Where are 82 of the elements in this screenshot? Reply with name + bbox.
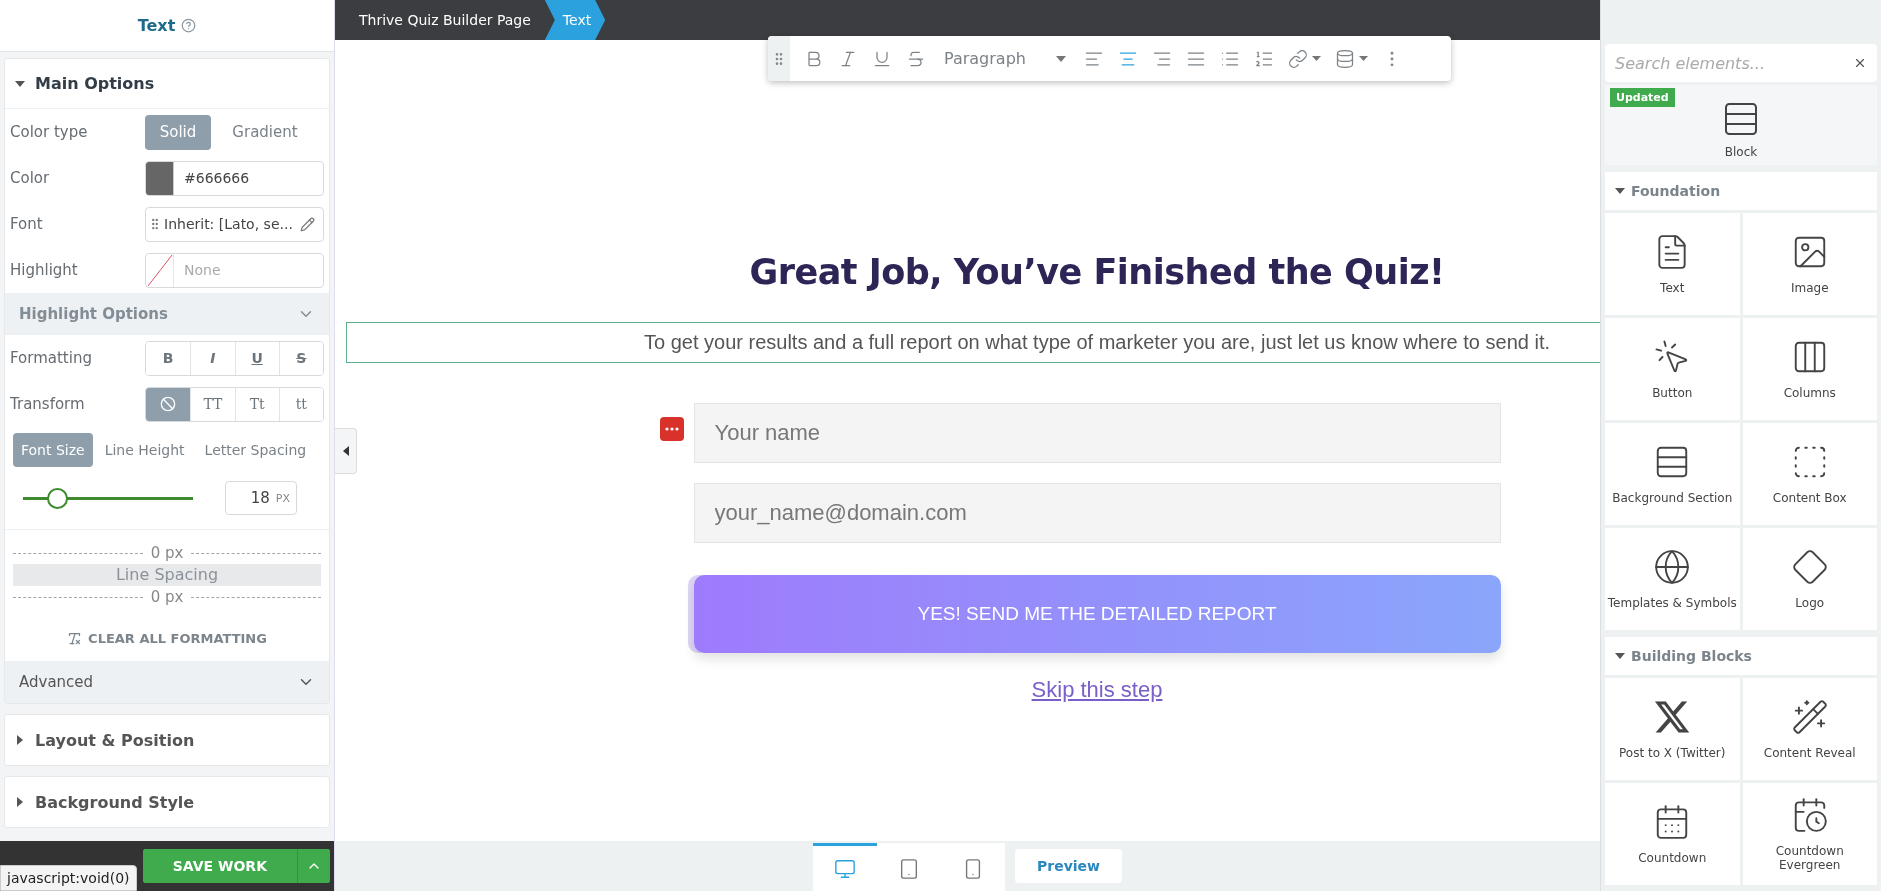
field-label: Color type <box>10 123 89 141</box>
preview-button[interactable]: Preview <box>1015 849 1122 883</box>
format-toggle[interactable]: S <box>278 341 323 375</box>
database-icon[interactable] <box>1334 48 1368 69</box>
panel-title: Text <box>137 16 176 35</box>
field-label: Formatting <box>10 349 93 367</box>
caret-icon <box>1615 651 1625 661</box>
x-logo-icon <box>1653 698 1692 736</box>
field-label: Font <box>10 215 44 233</box>
caret-icon <box>1358 56 1368 61</box>
spacing-tab[interactable]: Font Size <box>13 433 93 467</box>
element-tile[interactable]: Templates & Symbols <box>1605 528 1740 630</box>
help-icon[interactable] <box>181 18 197 33</box>
search-field[interactable]: Search elements... <box>1605 44 1877 82</box>
spacing-tab[interactable]: Line Height <box>96 433 193 467</box>
skip-link[interactable]: Skip this step <box>1031 677 1163 703</box>
element-tile[interactable]: Text <box>1605 213 1740 315</box>
category-header[interactable]: Foundation <box>1605 172 1877 210</box>
breadcrumb-item[interactable]: Text <box>544 0 606 40</box>
magic-wand-icon <box>1790 698 1829 736</box>
paragraph-dropdown[interactable]: Paragraph <box>940 49 1070 68</box>
caret-icon <box>1615 186 1625 196</box>
link-icon[interactable] <box>1287 48 1321 69</box>
updated-badge: Updated <box>1610 88 1675 107</box>
caret-icon <box>342 446 349 456</box>
spacing-value[interactable]: 0 px <box>150 588 184 606</box>
page-heading: Great Job, You’ve Finished the Quiz! <box>749 252 1445 292</box>
input-field[interactable]: your_name@domain.com <box>693 483 1501 543</box>
collapse-handle[interactable] <box>335 428 357 474</box>
field-label: Transform <box>10 395 86 413</box>
element-tile[interactable]: Logo <box>1742 528 1877 630</box>
element-tile[interactable]: Countdown <box>1605 783 1740 885</box>
element-tile[interactable]: Button <box>1605 318 1740 420</box>
pencil-icon[interactable] <box>300 216 315 232</box>
diamond-icon <box>1790 548 1829 586</box>
caret-icon <box>1311 56 1321 61</box>
caret-icon <box>1055 55 1066 62</box>
section-header[interactable]: Layout & Position <box>5 715 329 765</box>
section-header[interactable]: Background Style <box>5 777 329 827</box>
element-tile[interactable]: Content Reveal <box>1742 678 1877 780</box>
color-swatch[interactable] <box>146 161 174 195</box>
field-label: Color <box>10 169 51 187</box>
field-label: Highlight <box>10 261 79 279</box>
caret-icon <box>15 78 25 89</box>
input-field[interactable]: Your name <box>693 403 1501 463</box>
no-transform-toggle[interactable] <box>146 387 191 421</box>
caret-icon <box>15 797 25 807</box>
spacing-value[interactable]: 0 px <box>150 544 184 562</box>
no-entry-icon <box>160 396 177 412</box>
no-color-swatch-icon[interactable] <box>146 253 174 287</box>
color-type-option[interactable]: Gradient <box>215 114 315 150</box>
element-tile[interactable]: Updated Block <box>1605 85 1877 165</box>
highlight-field[interactable]: None <box>145 252 324 288</box>
transform-toggle[interactable]: tt <box>278 387 323 421</box>
section-header[interactable]: Main Options <box>5 59 329 109</box>
clear-format-icon <box>67 631 83 646</box>
spacing-tab[interactable]: Letter Spacing <box>196 433 315 467</box>
color-field[interactable]: #666666 <box>145 160 324 196</box>
element-tile[interactable]: Background Section <box>1605 423 1740 525</box>
desktop-icon <box>834 857 856 880</box>
element-tile[interactable]: Post to X (Twitter) <box>1605 678 1740 780</box>
line-spacing-label: Line Spacing <box>13 564 321 586</box>
clear-formatting-button[interactable]: CLEAR ALL FORMATTING <box>61 630 273 647</box>
slider-thumb[interactable] <box>47 487 68 509</box>
dots-badge-icon[interactable] <box>659 417 684 441</box>
element-tile[interactable]: Countdown Evergreen <box>1742 783 1877 885</box>
category-header[interactable]: Building Blocks <box>1605 637 1877 675</box>
caret-icon <box>15 735 25 745</box>
status-tooltip: javascript:void(0) <box>0 865 137 891</box>
element-tile[interactable]: Image <box>1742 213 1877 315</box>
close-icon[interactable] <box>1853 56 1867 70</box>
color-type-option[interactable]: Solid <box>145 114 211 150</box>
font-field[interactable]: Inherit: [Lato, se... <box>145 206 324 242</box>
save-work-button[interactable]: SAVE WORK <box>142 849 298 883</box>
globe-icon <box>1653 548 1692 586</box>
font-size-field[interactable]: 18 PX <box>225 481 297 515</box>
element-tile[interactable]: Content Box <box>1742 423 1877 525</box>
element-tile[interactable]: Columns <box>1742 318 1877 420</box>
page-subtitle: To get your results and a full report on what type of marketer you are, just let us know where to send it. <box>346 322 1600 363</box>
tablet-icon <box>898 857 920 880</box>
advanced-header[interactable]: Advanced <box>5 661 329 703</box>
highlight-options-header[interactable]: Highlight Options <box>5 293 329 335</box>
